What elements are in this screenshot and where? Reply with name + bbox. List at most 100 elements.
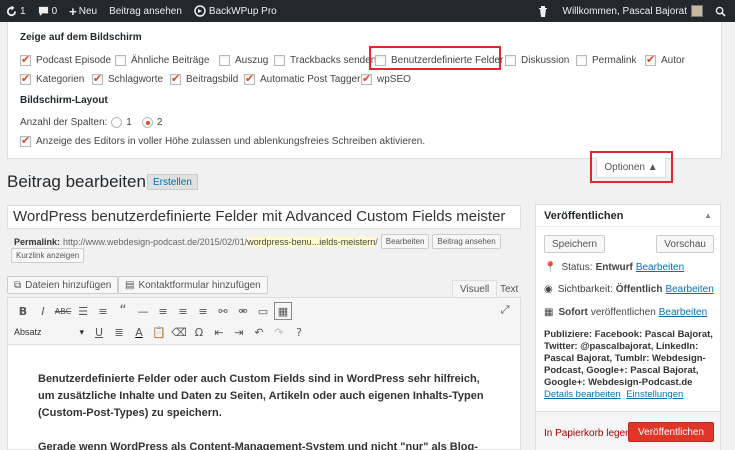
search-item[interactable] [709,0,735,22]
cb-auto-tagger[interactable]: Automatic Post Tagger [244,72,360,86]
checkbox[interactable] [115,54,126,66]
save-draft-button[interactable]: Speichern [544,235,606,253]
shortlink-button[interactable]: Kurzlink anzeigen [11,248,85,263]
view-post-item[interactable]: Beitrag ansehen [103,0,188,22]
justify-icon[interactable]: ≣ [110,323,128,341]
unlink-icon[interactable]: ⚮ [234,302,252,320]
undo-icon[interactable]: ↶ [250,323,268,341]
add-form-button[interactable]: ▤ Kontaktformular hinzufügen [118,276,268,294]
redo-icon[interactable]: ↷ [270,323,288,341]
trash-item[interactable] [532,0,557,22]
comments-icon [38,6,48,16]
checkbox[interactable] [20,134,31,147]
checkbox[interactable] [375,54,386,66]
cb-label: Auszug [235,54,269,66]
text-color-icon[interactable]: A [130,323,148,341]
cb-custom-fields[interactable]: Benutzerdefinierte Felder [375,53,503,67]
italic-icon[interactable]: I [34,302,52,320]
publish-header[interactable]: Veröffentlichen ▲ [536,205,720,227]
underline-icon[interactable]: U [90,323,108,341]
view-post-label: Beitrag ansehen [109,5,182,17]
comments-count: 0 [51,5,58,17]
add-media-button[interactable]: ⧉ Dateien hinzufügen [7,276,119,294]
cb-trackbacks[interactable]: Trackbacks senden [274,53,376,67]
checkbox[interactable] [361,72,372,85]
cb-featured-image[interactable]: Beitragsbild [170,72,238,86]
align-left-icon[interactable]: ≡ [154,302,172,320]
highlight-box-options [590,151,673,183]
special-char-icon[interactable]: Ω [190,323,208,341]
preview-button[interactable]: Vorschau [656,235,714,253]
updates-item[interactable]: 1 [0,0,32,22]
cb-discussion[interactable]: Diskussion [505,53,569,67]
permalink-edit-button[interactable]: Bearbeiten [380,234,430,249]
checkbox[interactable] [170,72,181,85]
checkbox[interactable] [92,72,103,85]
cb-excerpt[interactable]: Auszug [219,53,268,67]
checkbox[interactable] [20,53,31,66]
cb-permalink[interactable]: Permalink [576,53,636,67]
settings-link[interactable]: Einstellungen [626,389,683,400]
cb-podcast-episode[interactable]: Podcast Episode [20,53,111,67]
checkbox[interactable] [20,72,31,85]
align-right-icon[interactable]: ≡ [194,302,212,320]
checkbox[interactable] [219,54,230,66]
backwpup-item[interactable]: BackWPup Pro [188,0,283,22]
collapse-icon[interactable]: ▲ [704,211,712,220]
checkbox[interactable] [576,54,587,66]
cb-fullheight[interactable]: Anzeige des Editors in voller Höhe zulas… [20,134,425,148]
paste-text-icon[interactable]: 📋 [150,323,168,341]
permalink-end: / [375,236,378,247]
outdent-icon[interactable]: ⇤ [210,323,228,341]
details-edit-link[interactable]: Details bearbeiten [544,389,621,400]
bold-icon[interactable]: B [14,302,32,320]
publish-heading: Veröffentlichen [544,209,624,222]
cb-label: Trackbacks senden [290,54,377,66]
admin-bar: 1 0 + Neu Beitrag ansehen BackWPup Pro W… [0,0,735,22]
align-center-icon[interactable]: ≡ [174,302,192,320]
strikethrough-icon[interactable]: ABC [54,302,72,320]
horizontal-line-icon[interactable]: — [134,302,152,320]
add-new-button[interactable]: Erstellen [147,174,198,190]
permalink-slug[interactable]: wordpress-benu...ields-meistern [247,236,376,247]
visibility-edit-link[interactable]: Bearbeiten [665,284,713,295]
link-icon[interactable]: ⚯ [214,302,232,320]
post-title-input[interactable]: WordPress benutzerdefinierte Felder mit … [7,205,521,229]
account-item[interactable]: Willkommen, Pascal Bajorat [557,0,709,22]
checkbox[interactable] [274,54,285,66]
blockquote-icon[interactable]: “ [114,302,132,320]
view-post-button[interactable]: Beitrag ansehen [432,234,501,249]
toolbar-toggle-icon[interactable]: ▦ [274,302,292,320]
cb-wpseo[interactable]: wpSEO [361,72,411,86]
schedule-edit-link[interactable]: Bearbeiten [659,307,707,318]
checkbox[interactable] [505,54,516,66]
tab-visual[interactable]: Visuell [452,280,498,298]
checkbox[interactable] [244,72,255,85]
status-edit-link[interactable]: Bearbeiten [636,262,684,273]
more-tag-icon[interactable]: ▭ [254,302,272,320]
cb-similar-posts[interactable]: Ähnliche Beiträge [115,53,209,67]
cb-label: Benutzerdefinierte Felder [391,54,504,66]
checkbox[interactable] [645,53,656,66]
indent-icon[interactable]: ⇥ [230,323,248,341]
help-icon[interactable]: ? [290,323,308,341]
bullet-list-icon[interactable]: ☰ [74,302,92,320]
column-2-radio[interactable] [141,116,153,128]
format-select[interactable]: Absatz ▾ [14,327,84,338]
cb-tags[interactable]: Schlagworte [92,72,163,86]
tab-text[interactable]: Text [493,280,525,298]
cb-categories[interactable]: Kategorien [20,72,84,86]
status-row: 📍 Status: Entwurf Bearbeiten [544,262,684,273]
column-1-radio[interactable] [111,116,123,128]
cb-author[interactable]: Autor [645,53,685,67]
screen-options-panel: Zeige auf dem Bildschirm Podcast Episode… [7,22,722,159]
trash-link[interactable]: In Papierkorb legen [544,428,631,439]
clear-format-icon[interactable]: ⌫ [170,323,188,341]
pin-icon: 📍 [544,262,557,273]
fullscreen-icon[interactable]: ⤢ [496,301,514,319]
publish-button[interactable]: Veröffentlichen [628,422,714,442]
editor-content[interactable]: Benutzerdefinierte Felder oder auch Cust… [7,345,521,450]
comments-item[interactable]: 0 [32,0,64,22]
numbered-list-icon[interactable]: ≡ [94,302,112,320]
new-item[interactable]: + Neu [63,0,103,22]
